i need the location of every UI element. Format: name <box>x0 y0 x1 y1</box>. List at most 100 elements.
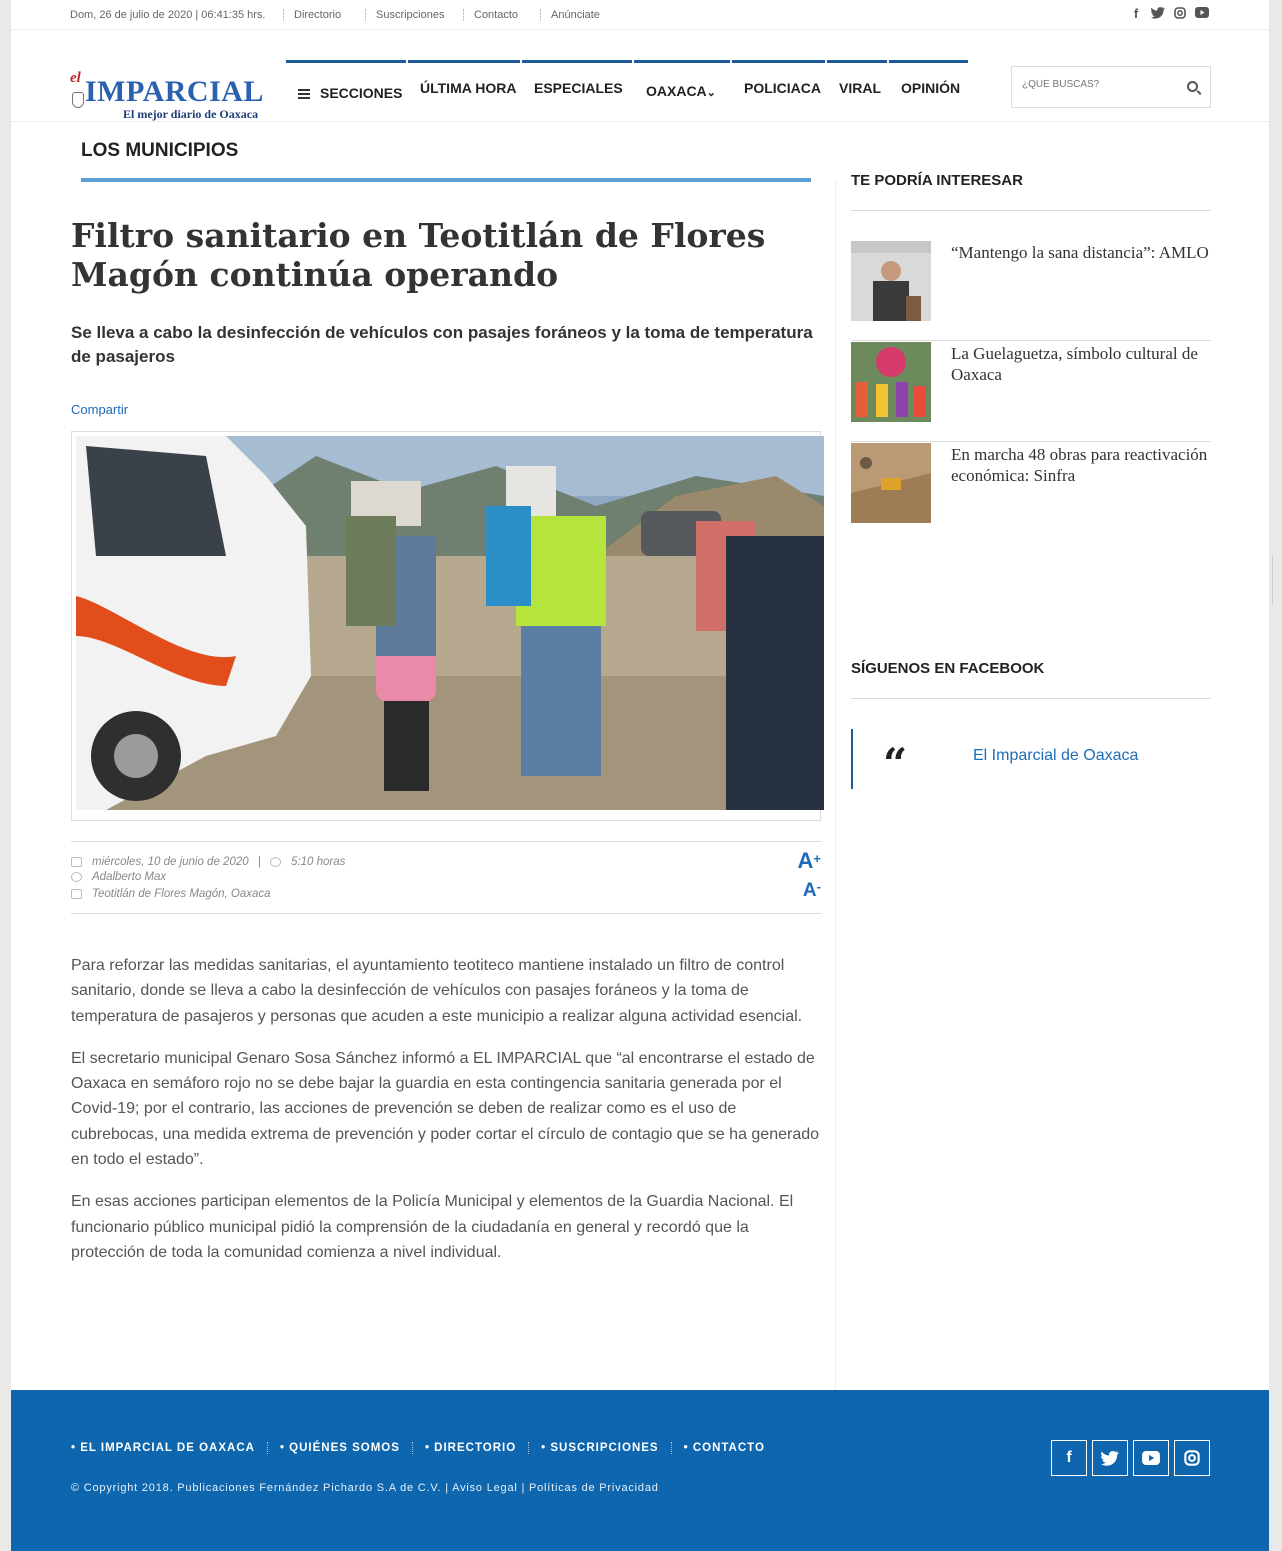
article-body: Para reforzar las medidas sanitarias, el… <box>71 953 823 1282</box>
article-paragraph: En esas acciones participan elementos de… <box>71 1193 794 1261</box>
calendar-icon <box>71 856 82 867</box>
nav-secciones[interactable]: SECCIONES <box>286 60 406 120</box>
youtube-icon[interactable] <box>1195 7 1209 21</box>
related-item[interactable]: “Mantengo la sana distancia”: AMLO <box>851 241 1211 341</box>
related-title[interactable]: La Guelaguetza, símbolo cultural de Oaxa… <box>951 343 1211 385</box>
section-title[interactable]: LOS MUNICIPIOS <box>81 140 238 162</box>
font-decrease-label: A <box>802 879 817 901</box>
footer: • EL IMPARCIAL DE OAXACA • QUIÉNES SOMOS… <box>11 1390 1269 1551</box>
related-heading-line <box>851 210 1211 211</box>
font-increase-sign: + <box>813 851 821 866</box>
related-image <box>851 342 931 422</box>
hamburger-icon <box>298 87 310 101</box>
facebook-icon[interactable]: f <box>1129 7 1143 21</box>
top-bar: Dom, 26 de julio de 2020 | 06:41:35 hrs.… <box>11 0 1269 30</box>
article-paragraph: El secretario municipal Genaro Sosa Sánc… <box>71 1049 820 1169</box>
current-date: Dom, 26 de julio de 2020 | 06:41:35 hrs. <box>70 9 266 21</box>
sidebar-divider <box>835 180 836 1390</box>
meta-separator: | <box>257 856 261 868</box>
directorio-link[interactable]: Directorio <box>283 9 341 21</box>
font-decrease-sign: - <box>816 878 821 894</box>
related-item[interactable]: En marcha 48 obras para reactivación eco… <box>851 443 1211 543</box>
nav-policiaca[interactable]: POLICIACA <box>732 60 825 120</box>
article-headline: Filtro sanitario en Teotitlán de Flores … <box>71 216 766 294</box>
related-image <box>851 241 931 321</box>
twitter-icon[interactable] <box>1092 1440 1128 1476</box>
article-photo-image <box>76 436 824 810</box>
article-date: miércoles, 10 de junio de 2020 <box>92 856 249 868</box>
logo-tagline: El mejor diario de Oaxaca <box>123 107 259 121</box>
related-heading: TE PODRÍA INTERESAR <box>851 172 1023 189</box>
article-paragraph: Para reforzar las medidas sanitarias, el… <box>71 957 803 1025</box>
search-input[interactable] <box>1022 79 1172 90</box>
font-increase-label: A <box>797 847 814 873</box>
article-location: Teotitlán de Flores Magón, Oaxaca <box>92 888 271 900</box>
map-icon <box>71 888 82 899</box>
chevron-down-icon: ⌄ <box>706 87 716 99</box>
page: Dom, 26 de julio de 2020 | 06:41:35 hrs.… <box>11 0 1269 1551</box>
nav-label: OAXACA <box>646 83 707 99</box>
contacto-link[interactable]: Contacto <box>463 9 518 21</box>
instagram-icon[interactable] <box>1173 7 1187 21</box>
footer-link-contacto[interactable]: • CONTACTO <box>670 1442 777 1454</box>
font-size-controls: A+ A- <box>798 848 821 904</box>
related-title[interactable]: “Mantengo la sana distancia”: AMLO <box>951 242 1211 263</box>
nav-label: VIRAL <box>839 80 881 96</box>
youtube-icon[interactable] <box>1133 1440 1169 1476</box>
twitter-icon[interactable] <box>1151 7 1165 21</box>
nav-label: ESPECIALES <box>534 80 623 96</box>
nav-label: POLICIACA <box>744 80 821 96</box>
related-thumbnail[interactable] <box>851 342 931 422</box>
facebook-icon[interactable]: f <box>1051 1440 1087 1476</box>
suscripciones-link[interactable]: Suscripciones <box>365 9 444 21</box>
article-meta: miércoles, 10 de junio de 2020 | 5:10 ho… <box>71 841 821 914</box>
logo-name: IMPARCIAL <box>85 75 264 108</box>
article-subhead: Se lleva a cabo la desinfección de vehíc… <box>71 323 813 366</box>
header: el IMPARCIAL El mejor diario de Oaxaca S… <box>11 60 1269 122</box>
nav-ultima-hora[interactable]: ÚLTIMA HORA <box>408 60 520 120</box>
quote-icon: “ <box>883 739 908 788</box>
article-photo <box>71 431 824 821</box>
clock-icon <box>270 856 282 867</box>
related-title[interactable]: En marcha 48 obras para reactivación eco… <box>951 444 1211 486</box>
facebook-page-link[interactable]: El Imparcial de Oaxaca <box>973 747 1138 765</box>
related-thumbnail[interactable] <box>851 241 931 321</box>
article-author: Adalberto Max <box>92 871 167 883</box>
nav-opinion[interactable]: OPINIÓN <box>889 60 968 120</box>
related-image <box>851 443 931 523</box>
footer-link-quienes-somos[interactable]: • QUIÉNES SOMOS <box>266 1442 412 1454</box>
facebook-heading-line <box>851 698 1211 699</box>
footer-link-imparcial[interactable]: • EL IMPARCIAL DE OAXACA <box>71 1442 267 1454</box>
main-nav: SECCIONES ÚLTIMA HORA ESPECIALES OAXACA⌄… <box>286 60 970 120</box>
related-item[interactable]: La Guelaguetza, símbolo cultural de Oaxa… <box>851 342 1211 442</box>
logo-seal-icon <box>72 92 84 108</box>
search-box <box>1011 66 1211 108</box>
nav-oaxaca[interactable]: OAXACA⌄ <box>634 60 730 120</box>
font-increase-button[interactable]: A+ <box>798 848 821 876</box>
logo-prefix: el <box>70 70 81 86</box>
nav-secciones-label: SECCIONES <box>320 85 403 101</box>
section-underline <box>81 178 811 182</box>
footer-social-icons: f <box>1051 1440 1210 1476</box>
nav-especiales[interactable]: ESPECIALES <box>522 60 632 120</box>
instagram-icon[interactable] <box>1174 1440 1210 1476</box>
search-icon[interactable] <box>1187 81 1198 92</box>
top-social-icons: f <box>1129 7 1209 21</box>
font-decrease-button[interactable]: A- <box>798 876 821 904</box>
site-logo[interactable]: el IMPARCIAL El mejor diario de Oaxaca <box>70 70 280 121</box>
footer-link-directorio[interactable]: • DIRECTORIO <box>411 1442 528 1454</box>
nav-viral[interactable]: VIRAL <box>827 60 887 120</box>
author-icon <box>71 871 82 882</box>
nav-label: OPINIÓN <box>901 80 961 96</box>
share-link[interactable]: Compartir <box>71 402 128 417</box>
footer-link-suscripciones[interactable]: • SUSCRIPCIONES <box>528 1442 670 1454</box>
article-time: 5:10 horas <box>291 856 346 868</box>
nav-label: ÚLTIMA HORA <box>420 80 517 96</box>
footer-links: • EL IMPARCIAL DE OAXACA • QUIÉNES SOMOS… <box>71 1442 777 1454</box>
facebook-widget: “ El Imparcial de Oaxaca <box>851 729 1211 789</box>
related-thumbnail[interactable] <box>851 443 931 523</box>
anunciate-link[interactable]: Anúnciate <box>540 9 600 21</box>
scrollbar[interactable] <box>1272 555 1282 605</box>
copyright: © Copyright 2018. Publicaciones Fernánde… <box>71 1482 659 1494</box>
facebook-heading: SÍGUENOS EN FACEBOOK <box>851 660 1045 677</box>
